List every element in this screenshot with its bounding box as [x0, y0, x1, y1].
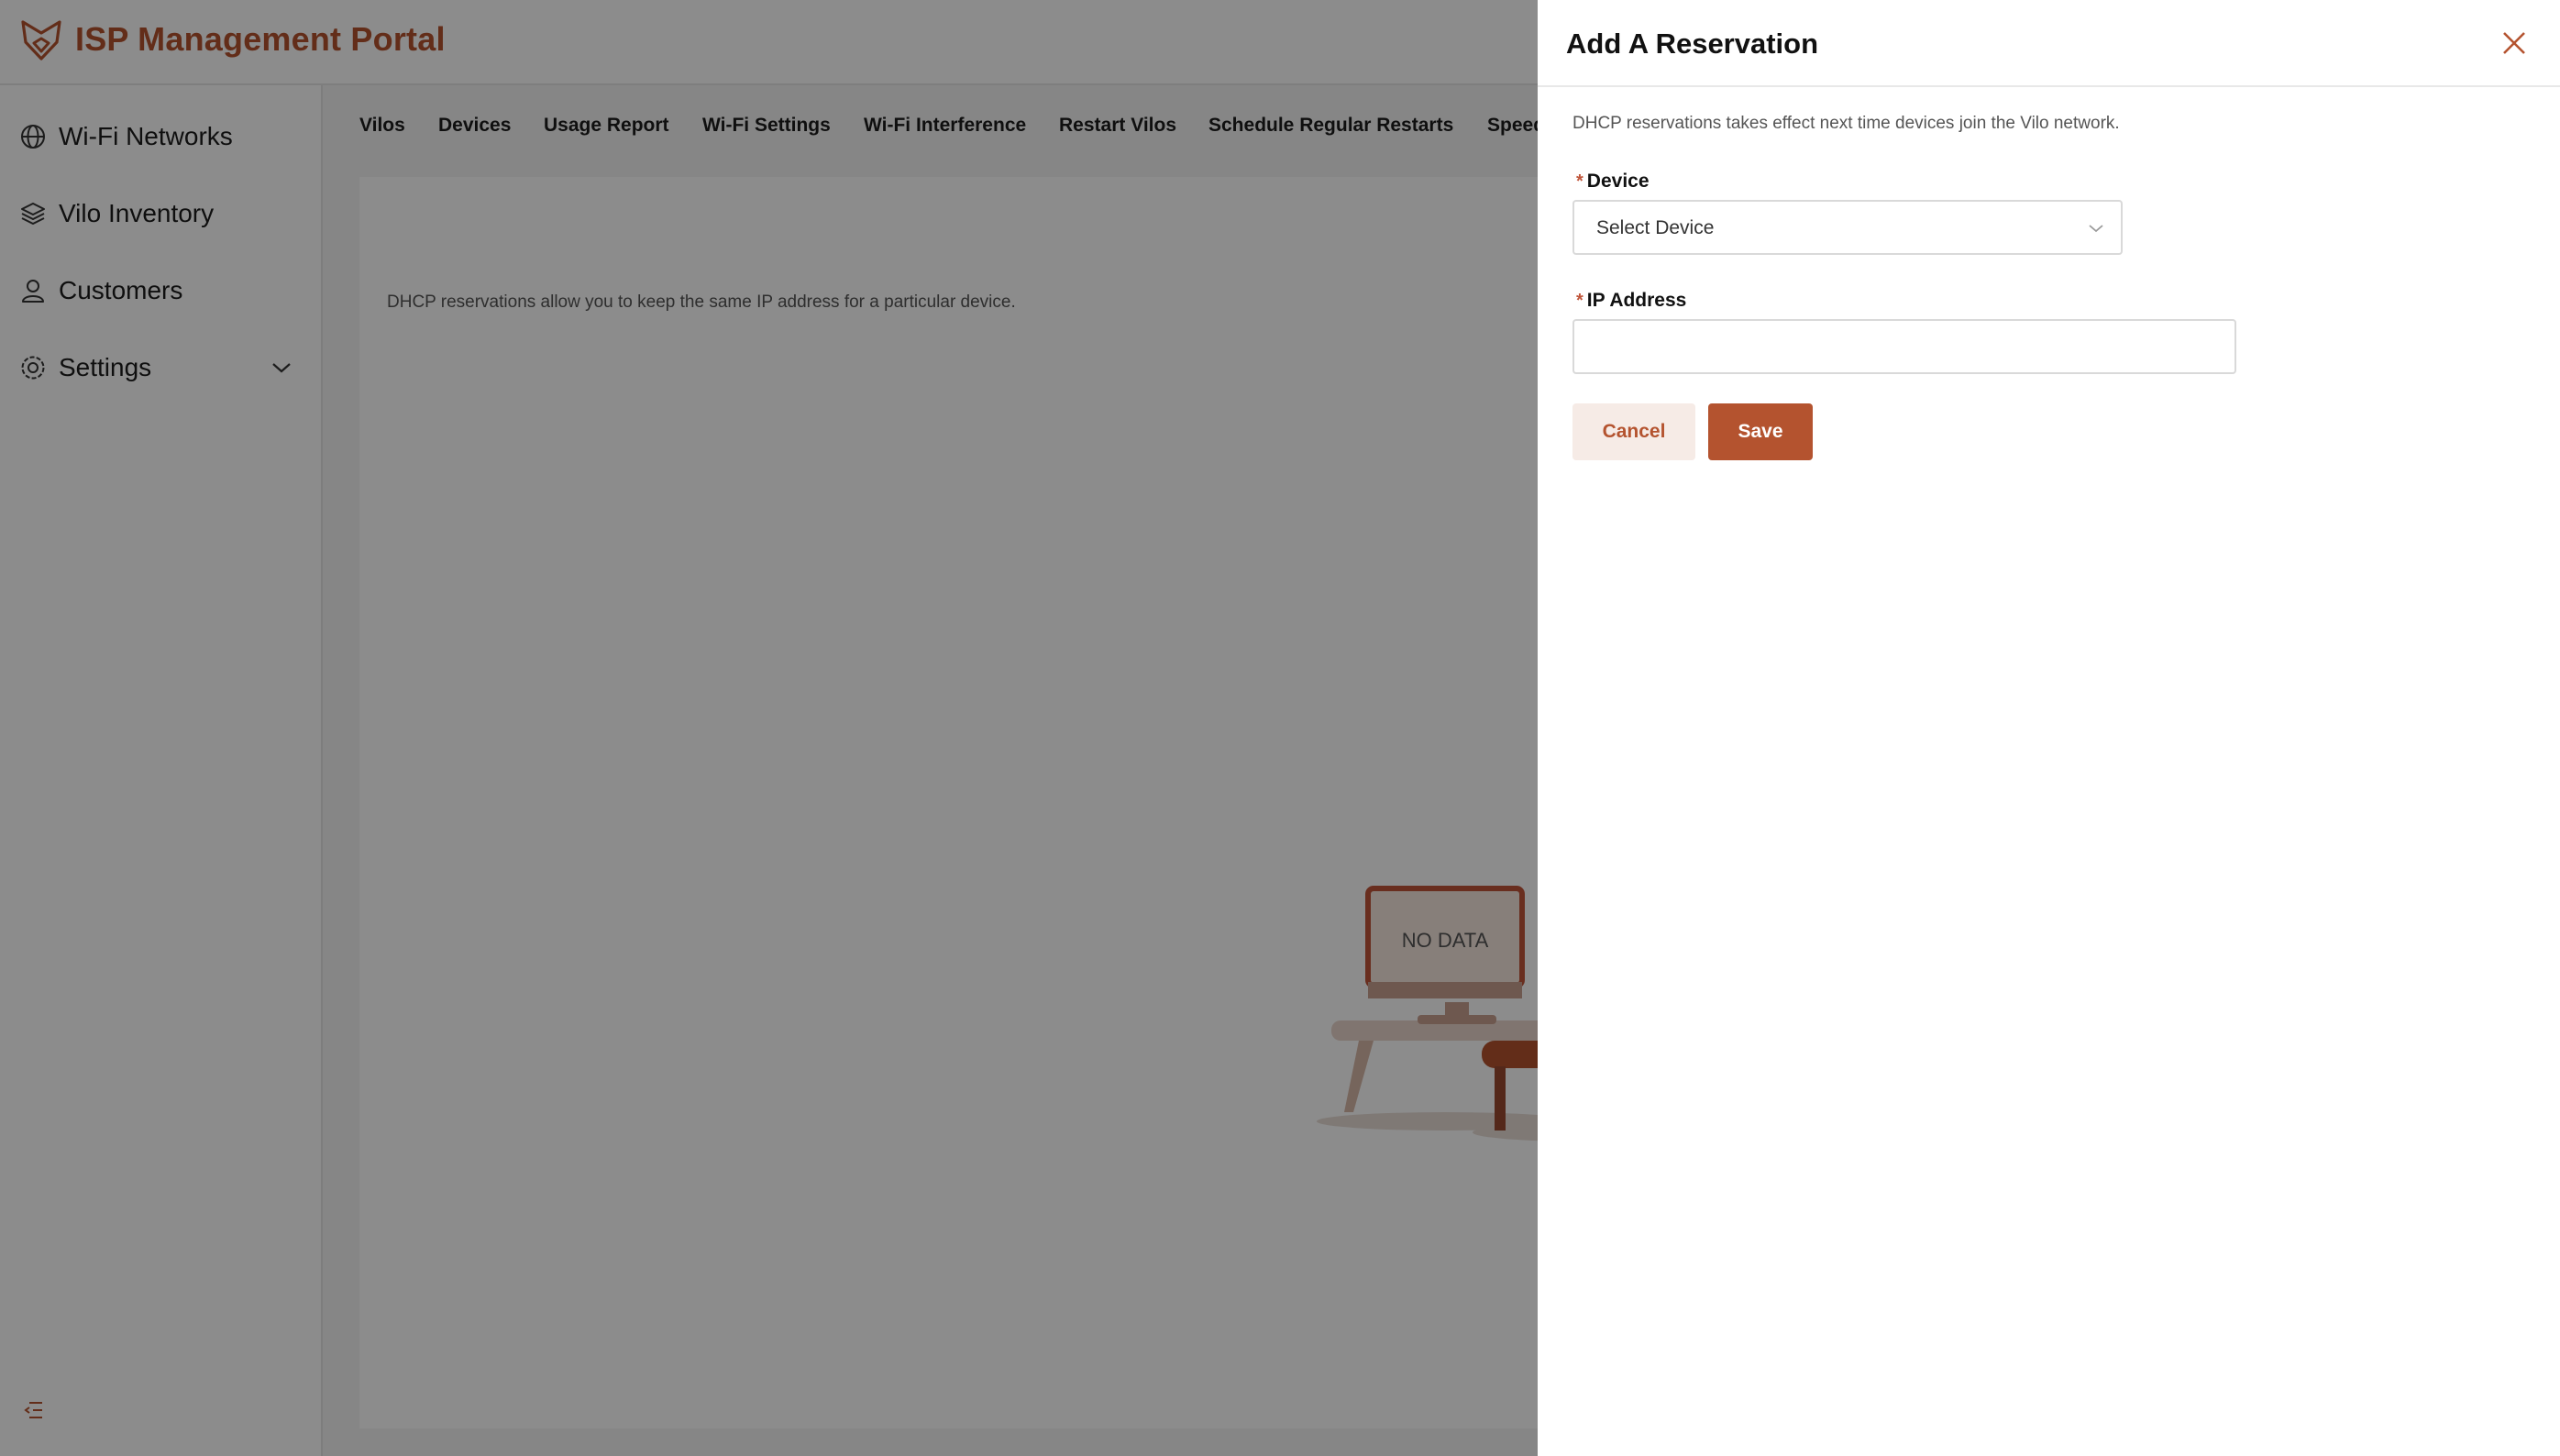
- drawer-header: Add A Reservation: [1538, 0, 2560, 87]
- chevron-down-icon: [2089, 225, 2103, 233]
- save-button[interactable]: Save: [1708, 403, 1813, 460]
- close-icon[interactable]: [2499, 28, 2530, 59]
- required-mark: *: [1576, 291, 1583, 311]
- device-label: * Device: [1576, 171, 1650, 193]
- cancel-button[interactable]: Cancel: [1572, 403, 1695, 460]
- add-reservation-drawer: Add A Reservation DHCP reservations take…: [1538, 0, 2560, 1456]
- device-label-text: Device: [1586, 171, 1650, 192]
- modal-overlay[interactable]: [0, 0, 1538, 1456]
- drawer-title: Add A Reservation: [1566, 28, 1819, 60]
- required-mark: *: [1576, 171, 1583, 192]
- drawer-description: DHCP reservations takes effect next time…: [1572, 114, 2120, 133]
- device-select[interactable]: Select Device: [1572, 200, 2123, 255]
- ip-address-label: * IP Address: [1576, 290, 1686, 312]
- ip-address-label-text: IP Address: [1586, 290, 1687, 311]
- ip-address-input[interactable]: [1572, 319, 2236, 374]
- device-select-value: Select Device: [1596, 217, 1715, 238]
